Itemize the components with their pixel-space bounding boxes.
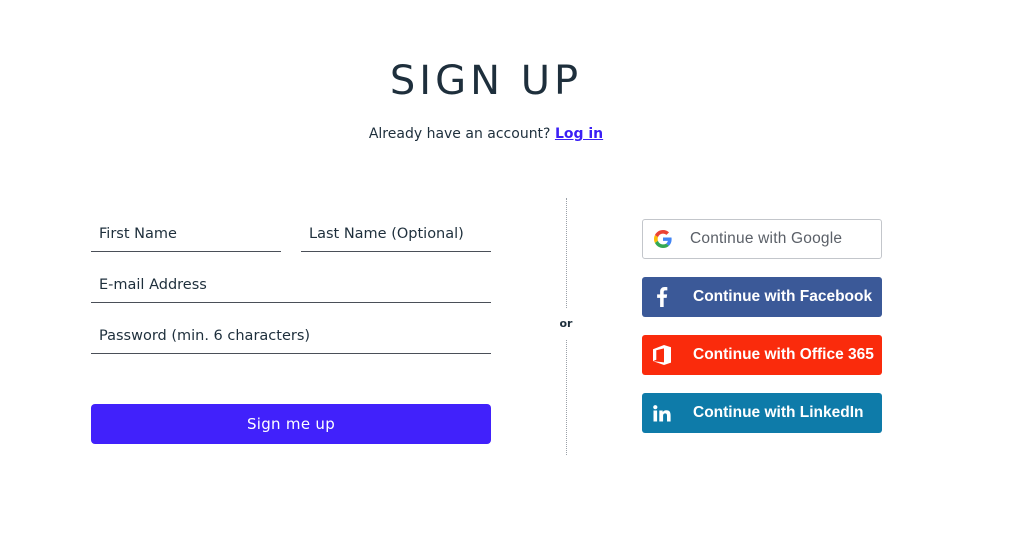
google-button-label: Continue with Google: [690, 230, 843, 247]
password-field: [91, 318, 491, 354]
facebook-icon: [642, 277, 682, 317]
google-icon: [643, 219, 683, 259]
page-title: SIGN UP: [389, 58, 583, 104]
password-input[interactable]: [91, 318, 491, 353]
last-name-input[interactable]: [301, 216, 491, 251]
continue-with-facebook-button[interactable]: Continue with Facebook: [642, 277, 882, 317]
continue-with-office-365-button[interactable]: Continue with Office 365: [642, 335, 882, 375]
sign-me-up-button[interactable]: Sign me up: [91, 404, 491, 444]
continue-with-google-button[interactable]: Continue with Google: [642, 219, 882, 259]
first-name-field: [91, 216, 281, 252]
last-name-field: [301, 216, 491, 252]
divider-line-top: [566, 198, 567, 308]
office-button-label: Continue with Office 365: [693, 346, 874, 363]
office-icon: [642, 335, 682, 375]
login-link[interactable]: Log in: [555, 126, 603, 142]
linkedin-button-label: Continue with LinkedIn: [693, 404, 864, 421]
divider-line-bottom: [566, 340, 567, 455]
first-name-input[interactable]: [91, 216, 281, 251]
continue-with-linkedin-button[interactable]: Continue with LinkedIn: [642, 393, 882, 433]
signup-page: SIGN UP Already have an account? Log in …: [0, 0, 1021, 559]
divider-or-label: or: [559, 317, 573, 330]
email-field: [91, 267, 491, 303]
linkedin-icon: [642, 393, 682, 433]
facebook-button-label: Continue with Facebook: [693, 288, 873, 305]
email-input[interactable]: [91, 267, 491, 302]
login-prompt: Already have an account? Log in: [0, 126, 972, 142]
account-prompt-text: Already have an account?: [368, 126, 551, 142]
